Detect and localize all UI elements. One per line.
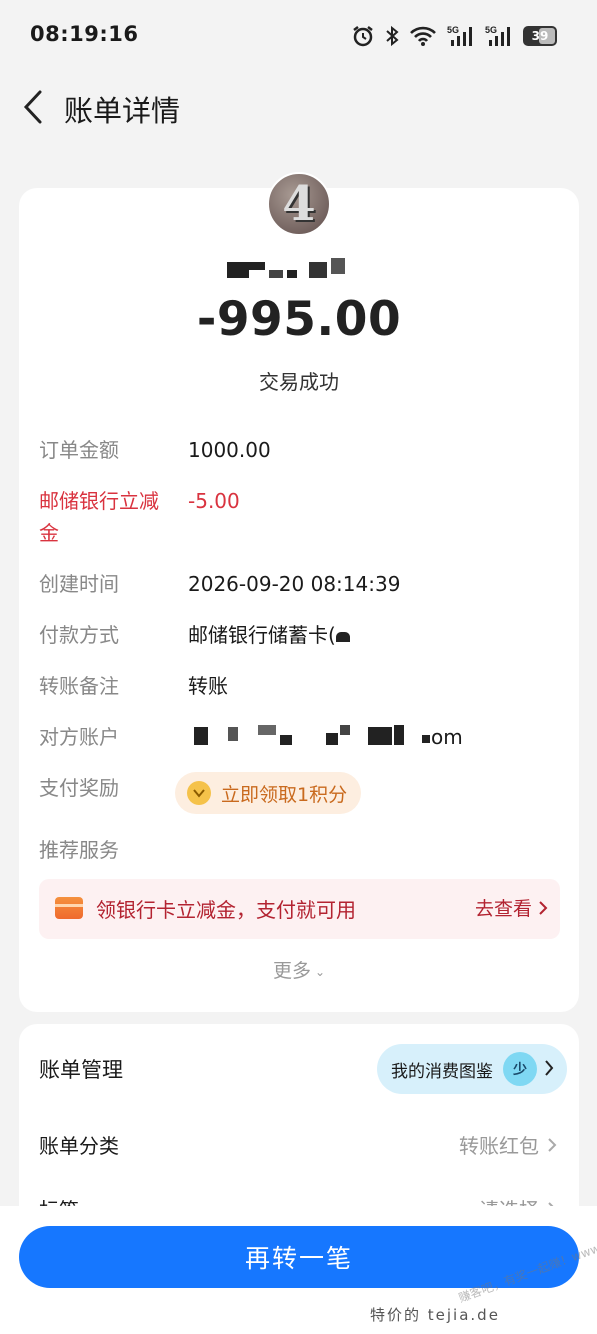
signal-5g-icon: 5G [485, 25, 510, 46]
bill-detail-card: 4 -995.00 交易成功 订单金额 1000.00 邮储银行立减金 -5.0… [19, 172, 579, 1012]
order-amount-value: 1000.00 [188, 438, 271, 462]
battery-level: 39 [531, 29, 549, 43]
discount-value: -5.00 [188, 489, 240, 513]
transfer-note-label: 转账备注 [39, 674, 119, 698]
claim-points-label: 立即领取1积分 [221, 783, 348, 806]
bill-category-text: 转账红包 [459, 1134, 539, 1158]
coin-icon [187, 781, 211, 805]
header: 账单详情 [0, 78, 597, 138]
promo-text: 领银行卡立减金，支付就可用 [96, 898, 356, 922]
chevron-right-icon [539, 900, 548, 915]
counterparty-account-value: om [188, 721, 488, 753]
avatar: 4 [267, 172, 331, 236]
counterparty-account-label: 对方账户 [39, 725, 119, 749]
more-label: 更多 [272, 960, 311, 982]
signal-5g-icon: 5G [447, 25, 472, 46]
back-button[interactable] [18, 88, 48, 126]
alarm-icon [353, 26, 373, 47]
wifi-icon [410, 26, 436, 46]
chevron-down-icon: ⌄ [314, 964, 326, 979]
bottom-bar: 再转一笔 赚客吧，有奖一起赚！www.zuanke8.com 特价的 tejia… [0, 1206, 597, 1334]
bank-card-icon [55, 897, 83, 919]
chevron-right-icon [548, 1137, 557, 1152]
bill-category-label: 账单分类 [39, 1134, 119, 1158]
promo-link-label: 去查看 [474, 898, 532, 920]
svg-text:5G: 5G [485, 25, 497, 35]
consumption-atlas-chip[interactable]: 我的消费图鉴 少 [377, 1044, 567, 1094]
bluetooth-icon [386, 25, 399, 47]
mascot-icon: 少 [503, 1052, 537, 1086]
page-title: 账单详情 [64, 94, 181, 128]
created-time-label: 创建时间 [39, 572, 119, 596]
created-time-value: 2026-09-20 08:14:39 [188, 572, 401, 596]
payment-reward-label: 支付奖励 [39, 776, 119, 800]
order-amount-label: 订单金额 [39, 438, 119, 462]
claim-points-button[interactable]: 立即领取1积分 [175, 772, 362, 814]
account-suffix: om [431, 725, 463, 749]
status-bar: 08:19:16 5G 5G 39 [0, 0, 597, 70]
status-icons: 5G 5G 39 [351, 22, 557, 50]
transaction-amount: -995.00 [196, 292, 402, 347]
bill-category-value[interactable]: 转账红包 [459, 1130, 557, 1159]
more-button[interactable]: 更多 ⌄ [19, 956, 579, 983]
payment-method-label: 付款方式 [39, 623, 119, 647]
transfer-note-value: 转账 [188, 674, 228, 698]
chip-label: 我的消费图鉴 [391, 1062, 493, 1082]
masked-card-number [335, 631, 350, 642]
transaction-status: 交易成功 [259, 370, 339, 394]
discount-label: 邮储银行立减金 [39, 489, 159, 545]
promo-banner[interactable]: 领银行卡立减金，支付就可用 去查看 [39, 879, 560, 939]
chevron-left-icon [23, 90, 42, 124]
promo-view-link[interactable]: 去查看 [475, 894, 548, 921]
svg-text:5G: 5G [447, 25, 459, 35]
recommended-services-label: 推荐服务 [39, 838, 119, 862]
watermark: 特价的 tejia.de [370, 1306, 500, 1324]
payment-method-value: 邮储银行储蓄卡( [188, 619, 350, 651]
payment-method-text: 邮储银行储蓄卡( [188, 623, 336, 647]
status-time: 08:19:16 [30, 22, 139, 46]
chevron-right-icon [545, 1060, 554, 1076]
battery-icon: 39 [523, 26, 557, 46]
bill-management-title: 账单管理 [39, 1058, 123, 1082]
masked-payee-name [227, 258, 367, 282]
